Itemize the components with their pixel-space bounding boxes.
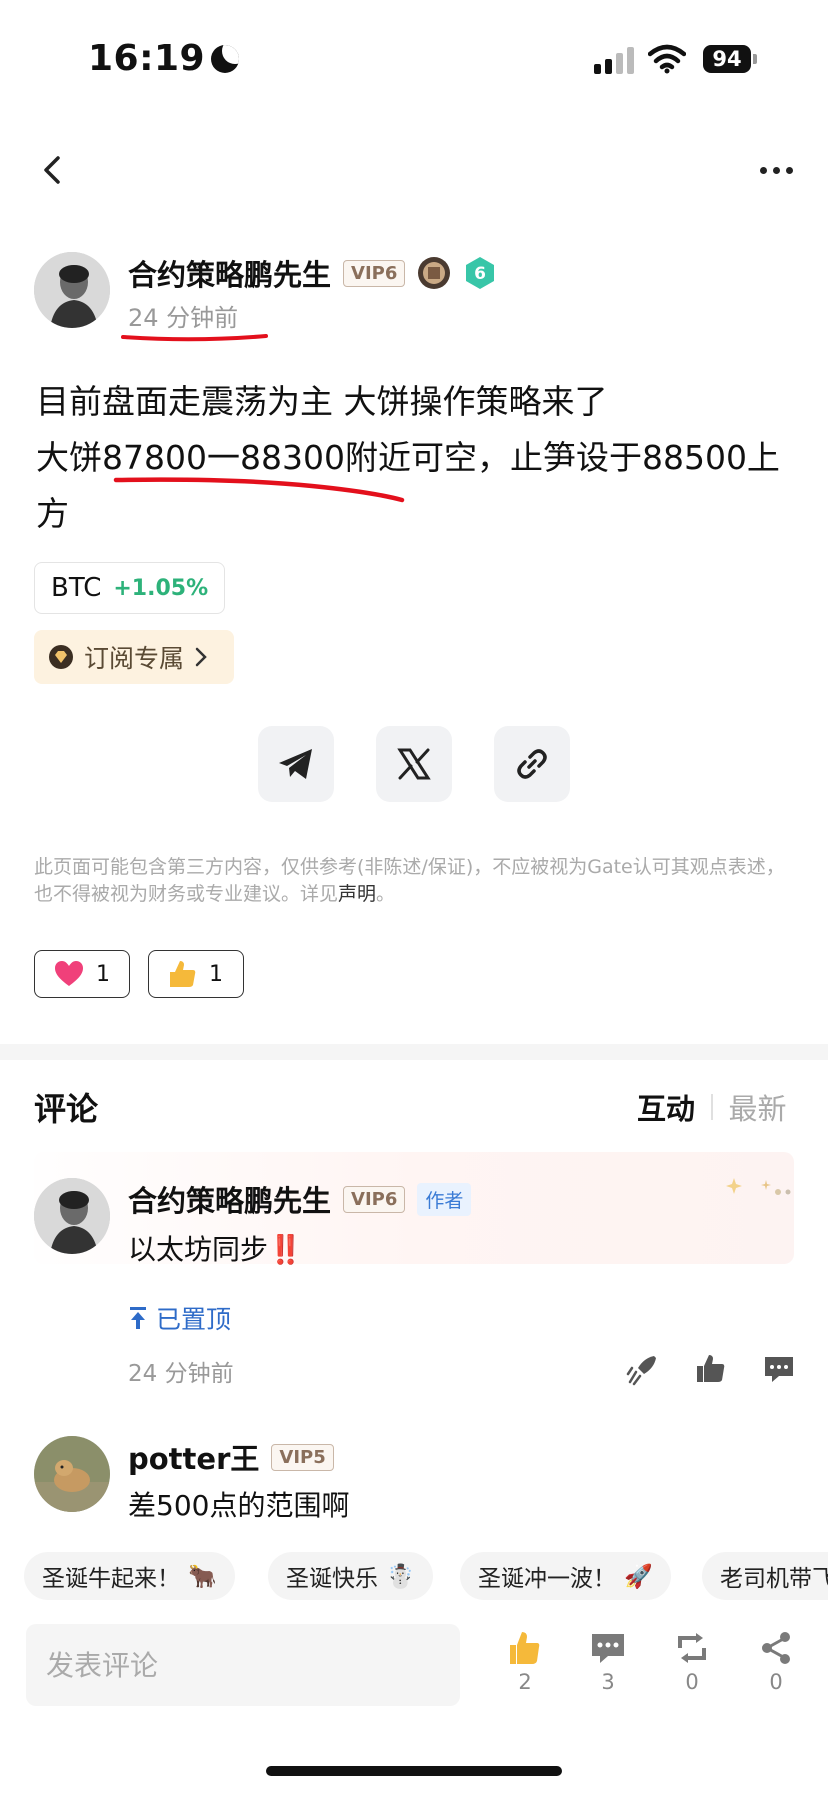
comments-button[interactable]: 3 <box>578 1630 638 1694</box>
battery-tip <box>753 54 757 64</box>
diamond-icon <box>49 645 73 669</box>
snowman-icon: ☃️ <box>386 1563 415 1590</box>
copy-link-button[interactable] <box>494 726 570 802</box>
commenter-name[interactable]: 合约策略鹏先生 <box>128 1178 331 1220</box>
author-row: 合约策略鹏先生 VIP6 6 <box>128 252 497 294</box>
achievement-badge-icon <box>418 257 451 289</box>
x-logo-icon <box>397 748 431 780</box>
comment-sort-tabs: 互动 最新 <box>637 1086 787 1128</box>
post-time: 24 分钟前 <box>128 304 239 332</box>
vip-badge: VIP5 <box>271 1443 334 1471</box>
share-telegram-button[interactable] <box>258 726 334 802</box>
like-post-button[interactable]: 2 <box>495 1630 555 1694</box>
share-icon <box>762 1632 790 1664</box>
author-tag: 作者 <box>417 1182 472 1216</box>
battery-indicator: 94 <box>703 45 751 73</box>
ticker-change: +1.05% <box>113 575 209 601</box>
home-indicator <box>266 1766 562 1776</box>
wifi-icon <box>648 44 686 74</box>
commenter-name[interactable]: potter王 <box>128 1436 259 1478</box>
tab-interactive[interactable]: 互动 <box>637 1086 695 1128</box>
comment-header: 合约策略鹏先生 VIP6 作者 <box>128 1178 472 1220</box>
thumbs-up-icon <box>510 1632 540 1664</box>
quick-reply-chip[interactable]: 圣诞快乐 ☃️ <box>268 1552 433 1600</box>
commenter-avatar[interactable] <box>34 1178 110 1254</box>
author-avatar[interactable] <box>34 252 110 328</box>
heart-icon <box>55 961 83 986</box>
level-badge-icon: 6 <box>466 257 495 289</box>
moon-icon <box>211 44 240 73</box>
svg-text:6: 6 <box>474 264 486 284</box>
pinned-indicator: 已置顶 <box>128 1300 231 1336</box>
comments-title: 评论 <box>34 1090 99 1128</box>
comment-time: 24 分钟前 <box>128 1361 234 1387</box>
reaction-thumb-button[interactable]: 1 <box>148 950 244 998</box>
subscribe-label: 订阅专属 <box>84 644 185 673</box>
comment-icon <box>592 1634 624 1663</box>
quick-reply-chip[interactable]: 圣诞牛起来！ 🐂 <box>24 1552 235 1600</box>
quick-reply-chip[interactable]: 老司机带飞 <box>702 1552 828 1600</box>
post-body: 目前盘面走震荡为主 大饼操作策略来了 大饼87800一88300附近可空，止笋设… <box>36 374 796 542</box>
rocket-icon: 🚀 <box>624 1563 653 1590</box>
red-underline-mark <box>113 477 405 503</box>
cellular-signal-icon <box>594 46 634 74</box>
vip-badge: VIP6 <box>343 1185 406 1213</box>
ticker-tag[interactable]: BTC +1.05% <box>34 562 226 614</box>
tab-latest[interactable]: 最新 <box>729 1086 787 1128</box>
portrait-image <box>34 252 110 328</box>
chevron-right-icon <box>195 647 207 667</box>
repost-icon <box>678 1633 706 1663</box>
disclaimer: 此页面可能包含第三方内容，仅供参考(非陈述/保证)，不应被视为Gate认可其观点… <box>34 856 785 905</box>
telegram-icon <box>279 749 312 779</box>
back-button[interactable] <box>36 150 70 190</box>
link-icon <box>517 749 547 779</box>
more-options-button[interactable] <box>760 160 800 180</box>
sparkle-decoration-icon <box>726 1178 791 1195</box>
pin-top-icon <box>130 1307 146 1329</box>
comment-header: potter王 VIP5 <box>128 1436 334 1478</box>
post-line: 目前盘面走震荡为主 大饼操作策略来了 <box>36 382 608 421</box>
red-underline-mark <box>121 334 268 342</box>
share-x-button[interactable] <box>376 726 452 802</box>
thumbs-up-icon <box>170 961 196 987</box>
ticker-symbol: BTC <box>51 573 102 603</box>
dog-photo-image <box>34 1436 110 1512</box>
comment-input[interactable] <box>26 1624 460 1706</box>
portrait-image <box>34 1178 110 1254</box>
comment-text: 差500点的范围啊 <box>128 1489 350 1522</box>
comment-text: 以太坊同步‼️ <box>128 1233 303 1266</box>
quick-reply-chip[interactable]: 圣诞冲一波！ 🚀 <box>460 1552 671 1600</box>
disclaimer-link[interactable]: 声明 <box>338 883 376 905</box>
tip-rocket-icon[interactable] <box>626 1352 660 1386</box>
like-icon[interactable] <box>694 1352 728 1386</box>
double-exclamation-icon: ‼️ <box>268 1233 303 1266</box>
section-divider <box>0 1044 828 1060</box>
reaction-heart-button[interactable]: 1 <box>34 950 130 998</box>
status-time: 16:19 <box>88 38 240 79</box>
commenter-avatar[interactable] <box>34 1436 110 1512</box>
ox-icon: 🐂 <box>188 1563 217 1590</box>
author-name[interactable]: 合约策略鹏先生 <box>128 252 331 294</box>
vip-badge: VIP6 <box>343 259 406 287</box>
repost-button[interactable]: 0 <box>662 1630 722 1694</box>
share-button[interactable]: 0 <box>746 1630 806 1694</box>
subscribe-exclusive-button[interactable]: 订阅专属 <box>34 630 234 684</box>
reply-icon[interactable] <box>762 1352 796 1386</box>
